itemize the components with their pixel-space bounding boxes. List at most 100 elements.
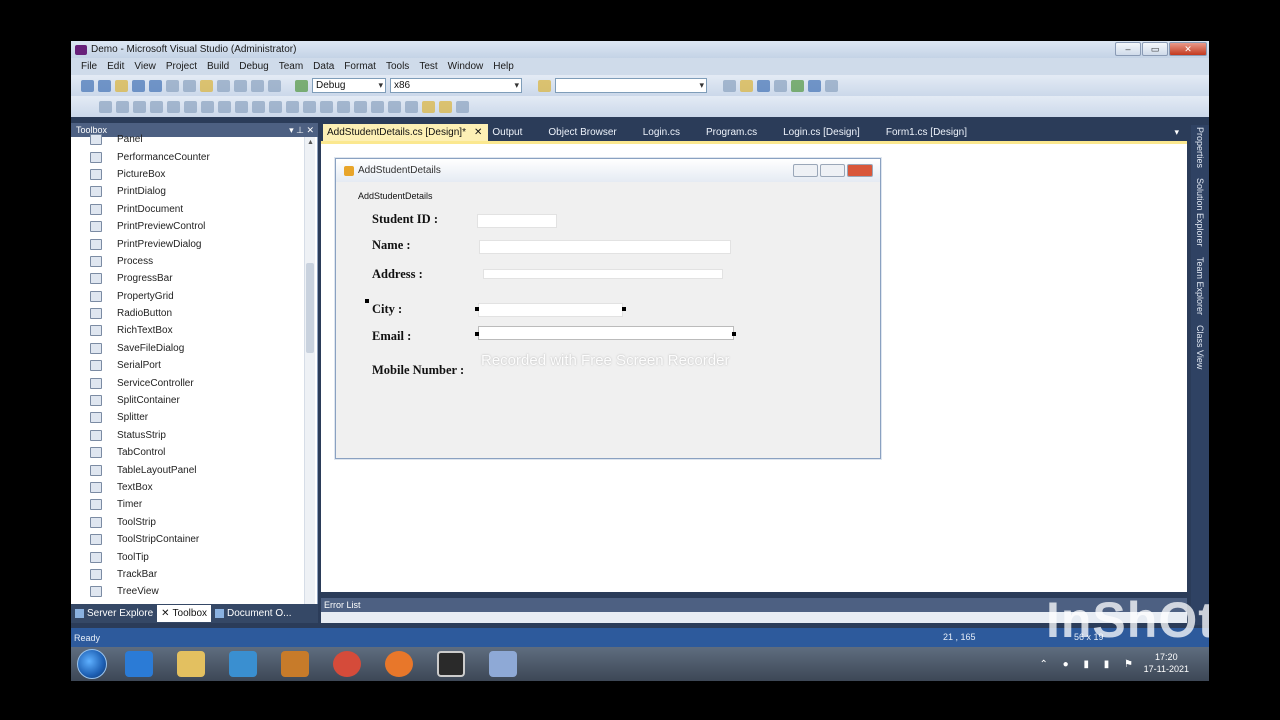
align-rights-icon[interactable] [150,100,163,113]
form-preview[interactable]: AddStudentDetails AddStudentDetails Stud… [335,158,881,459]
selection-handle[interactable] [365,299,369,303]
toolbox-item-trackbar[interactable]: TrackBar [71,566,305,583]
tab-order-icon[interactable] [456,100,469,113]
visual-studio-taskbar-icon[interactable] [489,651,517,677]
tab-output[interactable]: Output [488,124,534,141]
menu-project[interactable]: Project [161,61,202,72]
tab-login-design[interactable]: Login.cs [Design] [769,124,872,141]
toolbox-item-printpreviewdialog[interactable]: PrintPreviewDialog [71,235,305,252]
configuration-select[interactable]: Debug [312,78,386,93]
extension-manager-icon[interactable] [808,79,821,92]
toolbox-item-savefiledialog[interactable]: SaveFileDialog [71,340,305,357]
close-button[interactable]: ✕ [1169,42,1207,56]
clock[interactable]: 17:20 17-11-2021 [1144,651,1189,675]
toolbox-item-treeview[interactable]: TreeView [71,583,305,600]
scrollbar-thumb[interactable] [306,263,314,353]
start-button[interactable] [77,649,107,679]
toolbox-icon[interactable] [774,79,787,92]
find-icon[interactable] [538,79,551,92]
size-to-grid-icon[interactable] [269,100,282,113]
align-bottoms-icon[interactable] [201,100,214,113]
decrease-spacing-icon[interactable] [320,100,333,113]
align-to-grid-icon[interactable] [99,100,112,113]
tab-program-cs[interactable]: Program.cs [692,124,769,141]
tab-form1-design[interactable]: Form1.cs [Design] [872,124,979,141]
cut-icon[interactable] [166,79,179,92]
align-tops-icon[interactable] [167,100,180,113]
decrease-vertical-spacing-icon[interactable] [371,100,384,113]
scroll-up-icon[interactable]: ▲ [307,139,314,146]
center-horizontally-icon[interactable] [388,100,401,113]
align-middles-icon[interactable] [184,100,197,113]
menu-test[interactable]: Test [414,61,442,72]
toolbox-item-picturebox[interactable]: PictureBox [71,166,305,183]
tab-document-outline[interactable]: Document O... [211,605,295,622]
new-project-icon[interactable] [81,79,94,92]
start-debug-icon[interactable] [295,79,308,92]
toolbox-item-radiobutton[interactable]: RadioButton [71,305,305,322]
align-centers-icon[interactable] [133,100,146,113]
make-same-width-icon[interactable] [218,100,231,113]
toolbox-item-timer[interactable]: Timer [71,496,305,513]
solution-explorer-icon[interactable] [723,79,736,92]
mobile-number-label[interactable]: Mobile Number : [372,363,464,378]
address-textbox[interactable] [483,269,723,279]
toolbar-options-icon[interactable] [825,79,838,92]
tab-object-browser[interactable]: Object Browser [534,124,628,141]
student-id-textbox[interactable] [477,214,557,228]
team-explorer-tab[interactable]: Team Explorer [1195,257,1205,315]
toolbox-item-splitter[interactable]: Splitter [71,409,305,426]
make-same-height-icon[interactable] [235,100,248,113]
increase-spacing-icon[interactable] [303,100,316,113]
tab-login-cs[interactable]: Login.cs [629,124,692,141]
tab-dropdown-icon[interactable]: ▾ [1174,127,1179,138]
file-explorer-icon[interactable] [177,651,205,677]
add-item-icon[interactable] [98,79,111,92]
chrome-icon[interactable] [333,651,361,677]
toolbox-item-servicecontroller[interactable]: ServiceController [71,374,305,391]
class-view-tab[interactable]: Class View [1195,325,1205,369]
toolbox-item-propertygrid[interactable]: PropertyGrid [71,288,305,305]
horizontal-spacing-icon[interactable] [286,100,299,113]
start-page-icon[interactable] [791,79,804,92]
address-label[interactable]: Address : [372,267,423,282]
city-label[interactable]: City : [372,302,402,317]
toolbox-item-tabcontrol[interactable]: TabControl [71,444,305,461]
toolbox-item-textbox[interactable]: TextBox [71,479,305,496]
selection-handle[interactable] [475,332,479,336]
student-id-label[interactable]: Student ID : [372,212,438,227]
toolbox-item-splitcontainer[interactable]: SplitContainer [71,392,305,409]
bring-to-front-icon[interactable] [422,100,435,113]
menu-view[interactable]: View [129,61,161,72]
open-file-icon[interactable] [115,79,128,92]
minimize-button[interactable]: – [1115,42,1141,56]
toolbox-item-serialport[interactable]: SerialPort [71,357,305,374]
object-browser-icon[interactable] [757,79,770,92]
align-lefts-icon[interactable] [116,100,129,113]
email-label[interactable]: Email : [372,329,411,344]
navigate-forward-icon[interactable] [268,79,281,92]
toolbox-item-printdialog[interactable]: PrintDialog [71,183,305,200]
toolbox-item-process[interactable]: Process [71,253,305,270]
screen-recorder-icon[interactable] [437,651,465,677]
name-textbox[interactable] [479,240,731,254]
menu-format[interactable]: Format [339,61,381,72]
vertical-spacing-icon[interactable] [337,100,350,113]
selection-handle[interactable] [732,332,736,336]
find-combo[interactable] [555,78,707,93]
toolbox-item-toolstripcontainer[interactable]: ToolStripContainer [71,531,305,548]
properties-icon[interactable] [740,79,753,92]
menu-data[interactable]: Data [308,61,339,72]
selection-handle[interactable] [475,307,479,311]
city-textbox[interactable] [478,303,623,317]
toolbox-item-tablelayoutpanel[interactable]: TableLayoutPanel [71,461,305,478]
toolbox-item-panel[interactable]: Panel [71,131,305,148]
menu-edit[interactable]: Edit [102,61,129,72]
toolbox-item-performancecounter[interactable]: PerformanceCounter [71,148,305,165]
menu-help[interactable]: Help [488,61,519,72]
menu-file[interactable]: File [76,61,102,72]
toolbox-item-printdocument[interactable]: PrintDocument [71,201,305,218]
copy-icon[interactable] [183,79,196,92]
toolbox-item-progressbar[interactable]: ProgressBar [71,270,305,287]
media-player-icon[interactable] [229,651,257,677]
